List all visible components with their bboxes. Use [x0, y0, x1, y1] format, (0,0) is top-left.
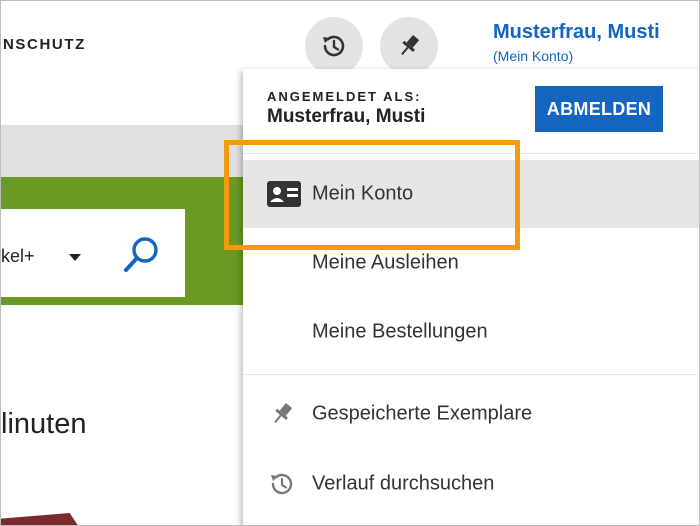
signed-in-label: ANGEMELDET ALS: [267, 89, 422, 104]
menu-item-label: Meine Ausleihen [312, 251, 459, 274]
search-type-select[interactable]: kel+ [1, 246, 35, 267]
menu-item-meine-bestellungen[interactable]: Meine Bestellungen [243, 298, 699, 366]
history-button[interactable] [305, 17, 363, 75]
user-name-link[interactable]: Musterfrau, Musti [493, 21, 660, 44]
menu-item-label: Meine Bestellungen [312, 320, 488, 343]
account-link[interactable]: (Mein Konto) [493, 48, 573, 64]
menu-item-label: Gespeicherte Exemplare [312, 402, 533, 425]
pin-icon [401, 35, 420, 56]
menu-item-gespeicherte-exemplare[interactable]: Gespeicherte Exemplare [243, 380, 699, 448]
section-heading: linuten [1, 408, 87, 440]
highlight-frame [224, 140, 520, 250]
menu-item-label: Verlauf durchsuchen [312, 472, 495, 495]
account-dropdown-menu: ANGEMELDET ALS: Musterfrau, Musti ABMELD… [243, 69, 699, 525]
signed-in-name: Musterfrau, Musti [267, 106, 426, 127]
brand-title: NSCHUTZ [3, 36, 86, 53]
menu-item-verlauf-durchsuchen[interactable]: Verlauf durchsuchen [243, 450, 699, 518]
pin-icon [274, 403, 293, 424]
menu-divider [243, 374, 699, 375]
history-icon [323, 35, 345, 57]
history-icon [271, 473, 293, 495]
chevron-down-icon[interactable] [69, 254, 81, 261]
search-icon[interactable] [121, 233, 163, 275]
pin-button[interactable] [380, 17, 438, 75]
page-frame: NSCHUTZ Musterfrau, Musti (Mein Konto) k… [0, 0, 700, 526]
logout-button[interactable]: ABMELDEN [535, 86, 663, 132]
book-cover-image [1, 513, 79, 525]
